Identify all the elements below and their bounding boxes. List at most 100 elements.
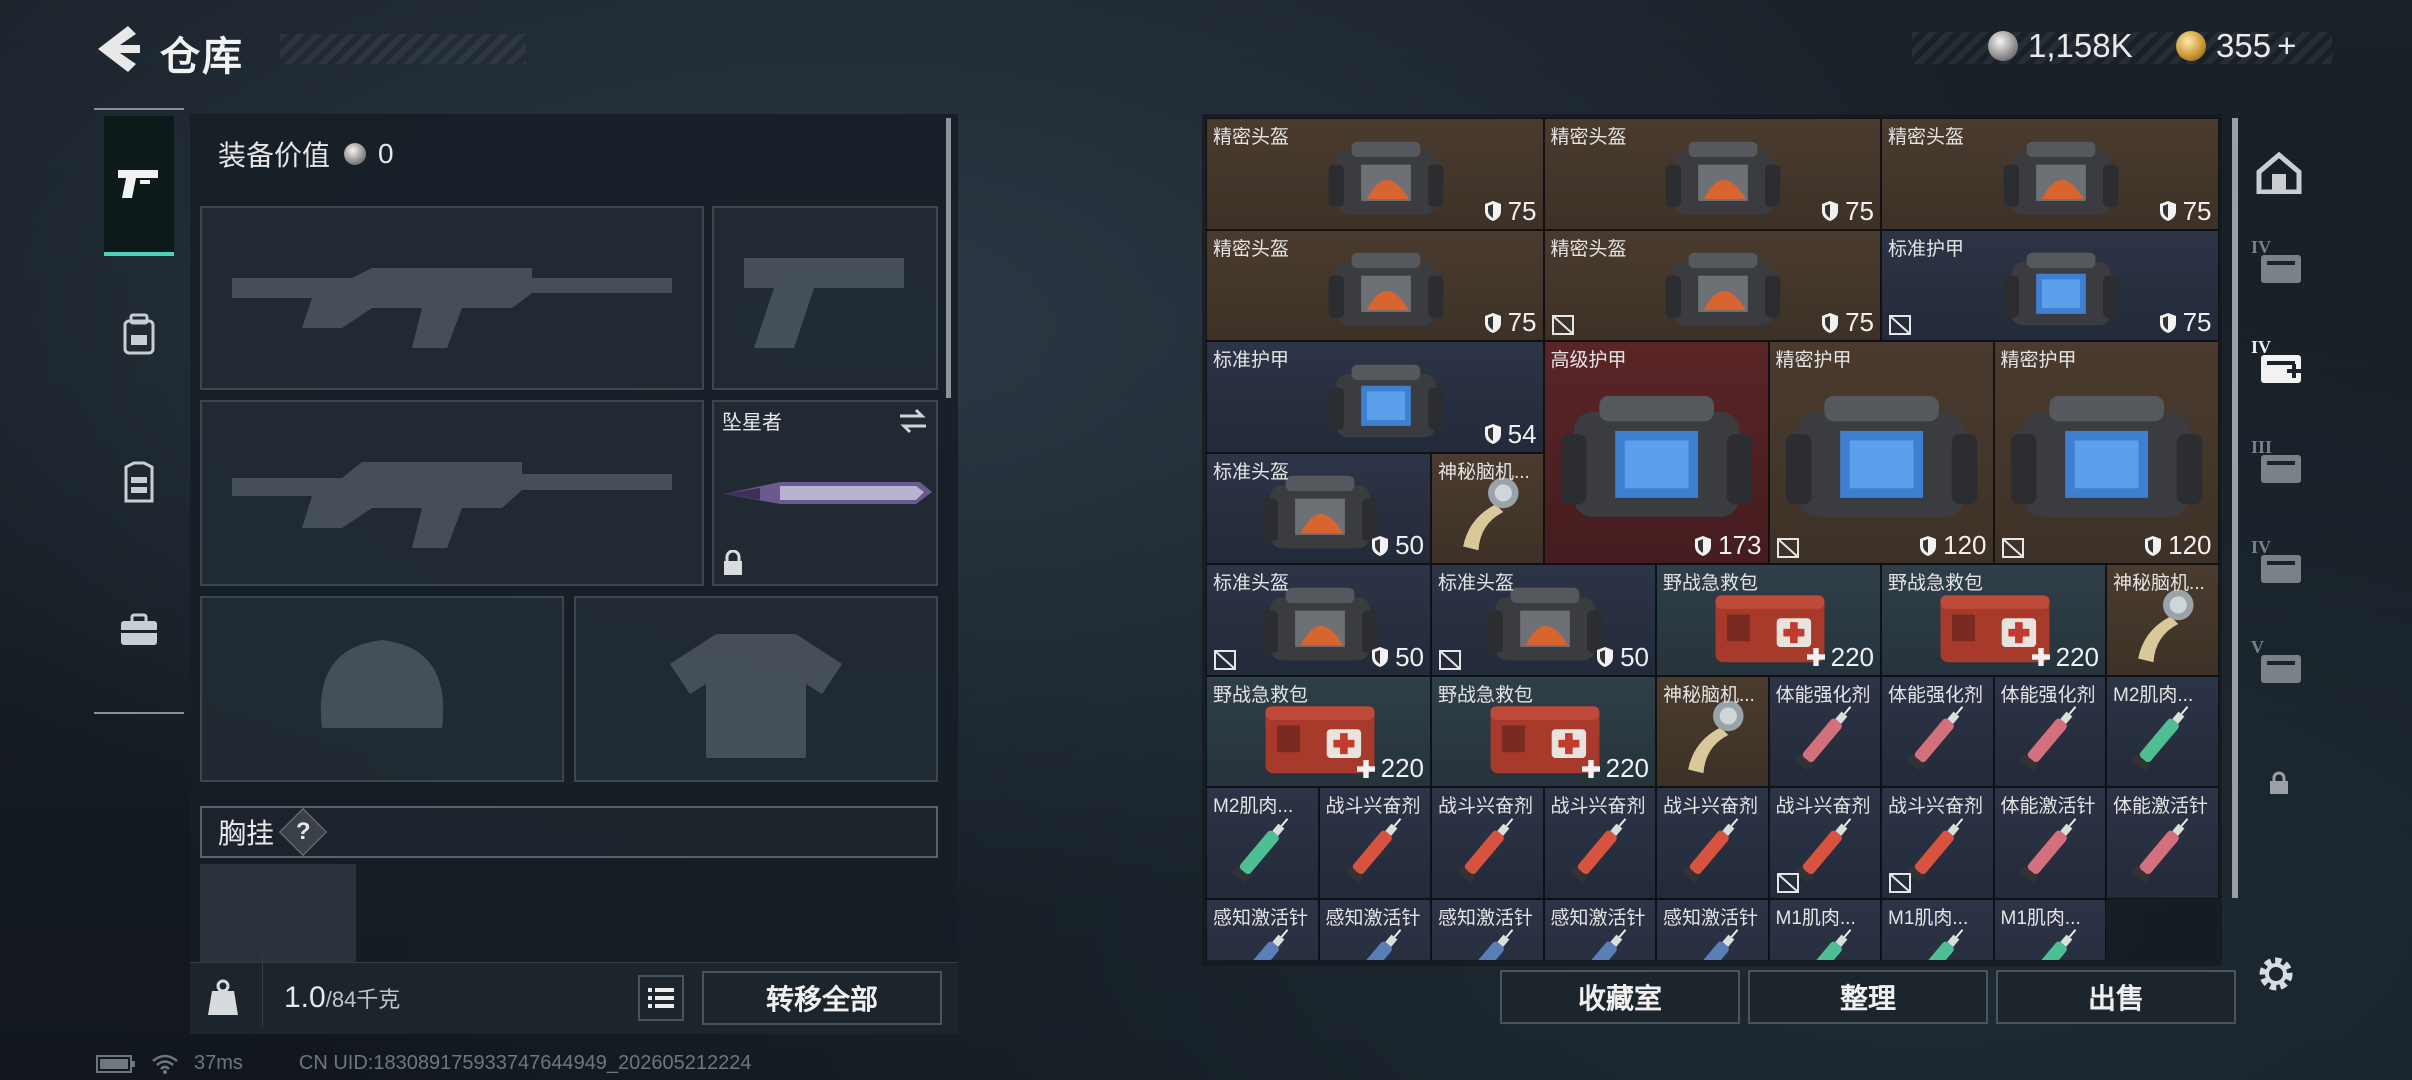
title-stripe <box>280 34 526 64</box>
inventory-item[interactable]: 高级护甲 173 <box>1543 341 1769 564</box>
primary-weapon-slot[interactable] <box>200 206 704 390</box>
brain-item-icon <box>1443 470 1533 561</box>
inventory-item[interactable]: 神秘脑机... <box>1656 675 1769 787</box>
inventory-item[interactable]: 体能激活针 <box>1993 787 2106 899</box>
storage-tab-1[interactable] <box>2244 138 2314 208</box>
item-value: 75 <box>2159 307 2212 338</box>
inventory-item[interactable]: 精密头盔 75 <box>1206 229 1544 341</box>
inventory-item[interactable]: 神秘脑机... <box>1431 452 1544 564</box>
inventory-item[interactable]: 体能强化剂 <box>1993 675 2106 787</box>
settings-button[interactable] <box>2254 952 2298 1001</box>
melee-slot[interactable]: 坠星者 <box>712 400 938 586</box>
helmet-item-icon <box>1996 136 2126 227</box>
inventory-item[interactable]: 精密头盔 75 <box>1543 118 1881 230</box>
item-value: 50 <box>1596 642 1649 673</box>
tab-toolbox[interactable] <box>104 560 174 700</box>
backpack-icon <box>123 313 155 355</box>
storage-tab-5[interactable]: IV <box>2244 528 2314 598</box>
inventory-item[interactable]: 野战急救包 220 <box>1206 675 1431 787</box>
item-value: 120 <box>2144 530 2212 561</box>
storage-scrollbar[interactable] <box>2232 118 2238 898</box>
list-view-button[interactable] <box>638 975 684 1021</box>
weight-current: 1.0 <box>284 981 326 1014</box>
helmet-slot[interactable] <box>200 596 564 782</box>
inventory-item[interactable]: 精密护甲 120 <box>1993 341 2219 564</box>
secondary-weapon-slot[interactable] <box>200 400 704 586</box>
inventory-item[interactable]: 战斗兴奋剂 <box>1431 787 1544 899</box>
ping-readout: 37ms <box>194 1052 243 1074</box>
back-button[interactable] <box>92 22 142 76</box>
inventory-item[interactable]: 战斗兴奋剂 <box>1543 787 1656 899</box>
equipment-scrollbar[interactable] <box>946 118 951 398</box>
tab-backpack[interactable] <box>104 264 174 404</box>
tab-weapons[interactable] <box>104 116 174 256</box>
inventory-item[interactable]: 感知激活针 <box>1543 898 1656 960</box>
armor-big-item-icon <box>1786 373 1978 548</box>
chest-rig-slot[interactable] <box>200 864 356 962</box>
inventory-item[interactable]: 战斗兴奋剂 <box>1656 787 1769 899</box>
item-value: 220 <box>1356 753 1424 784</box>
storage-tab-2[interactable]: IV <box>2244 228 2314 298</box>
inventory-item[interactable]: 精密头盔 75 <box>1543 229 1881 341</box>
silver-currency: 1,158K <box>1988 24 2133 68</box>
inventory-item[interactable]: 感知激活针 <box>1656 898 1769 960</box>
inventory-item[interactable]: 野战急救包 220 <box>1881 564 2106 676</box>
swap-icon[interactable] <box>898 408 928 434</box>
storage-tab-3[interactable]: IV <box>2244 328 2314 398</box>
item-value-number: 50 <box>1395 641 1424 672</box>
item-name: 感知激活针 <box>1438 907 1534 929</box>
storage-tab-6[interactable]: V <box>2244 628 2314 698</box>
inventory-item[interactable]: 标准头盔 50 <box>1431 564 1656 676</box>
item-value: 75 <box>2159 196 2212 227</box>
sort-button[interactable]: 整理 <box>1748 970 1988 1024</box>
inventory-item[interactable]: 战斗兴奋剂 <box>1881 787 1994 899</box>
storage-tab-4[interactable]: III <box>2244 428 2314 498</box>
inventory-item[interactable]: 标准头盔 50 <box>1206 564 1431 676</box>
inventory-item[interactable]: M1肌肉... <box>1993 898 2106 960</box>
inventory-item[interactable]: 感知激活针 <box>1431 898 1544 960</box>
sell-button[interactable]: 出售 <box>1996 970 2236 1024</box>
inventory-item[interactable]: 野战急救包 220 <box>1656 564 1881 676</box>
inventory-item[interactable]: 精密头盔 75 <box>1881 118 2219 230</box>
shield-icon <box>1695 535 1712 556</box>
inventory-item[interactable]: 标准头盔 50 <box>1206 452 1431 564</box>
help-icon[interactable]: ? <box>278 807 328 857</box>
inventory-item[interactable]: 感知激活针 <box>1206 898 1319 960</box>
inventory-item[interactable]: M2肌肉... <box>1206 787 1319 899</box>
inventory-item[interactable]: 感知激活针 <box>1318 898 1431 960</box>
inventory-item[interactable]: M2肌肉... <box>2106 675 2219 787</box>
add-gold-icon[interactable]: + <box>2277 27 2296 65</box>
syringe-pink-item-icon <box>2006 693 2096 784</box>
item-name: M2肌肉... <box>2113 684 2194 706</box>
inventory-item[interactable]: M1肌肉... <box>1881 898 1994 960</box>
inventory-item[interactable]: 野战急救包 220 <box>1431 675 1656 787</box>
collection-button[interactable]: 收藏室 <box>1500 970 1740 1024</box>
gold-currency[interactable]: 355 + <box>2176 24 2296 68</box>
inventory-item[interactable]: M1肌肉... <box>1768 898 1881 960</box>
inventory-item[interactable]: 神秘脑机... <box>2106 564 2219 676</box>
inventory-item[interactable]: 标准护甲 54 <box>1206 341 1544 453</box>
user-uid: CN UID:1830891759337476449​49_2026052122… <box>298 1052 752 1074</box>
item-name: 战斗兴奋剂 <box>1663 796 1759 817</box>
inventory-item[interactable]: 标准护甲 75 <box>1881 229 2219 341</box>
transfer-all-button[interactable]: 转移全部 <box>702 971 942 1025</box>
syringe-pink-item-icon <box>1893 693 1983 784</box>
lock-icon <box>2270 771 2288 794</box>
item-name: 野战急救包 <box>1888 573 1984 594</box>
inventory-item[interactable]: 战斗兴奋剂 <box>1318 787 1431 899</box>
tab-vest[interactable] <box>104 412 174 552</box>
inventory-item[interactable]: 精密护甲 120 <box>1768 341 1994 564</box>
inventory-item[interactable]: 战斗兴奋剂 <box>1768 787 1881 899</box>
pistol-slot[interactable] <box>712 206 938 390</box>
item-name: 战斗兴奋剂 <box>1775 796 1871 817</box>
inventory-item[interactable]: 体能强化剂 <box>1881 675 1994 787</box>
inventory-item[interactable]: 体能强化剂 <box>1768 675 1881 787</box>
storage-tab-7[interactable] <box>2244 748 2314 818</box>
inventory-item[interactable]: 精密头盔 75 <box>1206 118 1544 230</box>
inventory-item[interactable]: 体能激活针 <box>2106 787 2219 899</box>
list-icon <box>648 988 674 1008</box>
item-name: 体能强化剂 <box>1888 684 1984 706</box>
item-name: 感知激活针 <box>1550 907 1646 929</box>
body-armor-slot[interactable] <box>574 596 938 782</box>
brain-item-icon <box>2118 582 2208 673</box>
